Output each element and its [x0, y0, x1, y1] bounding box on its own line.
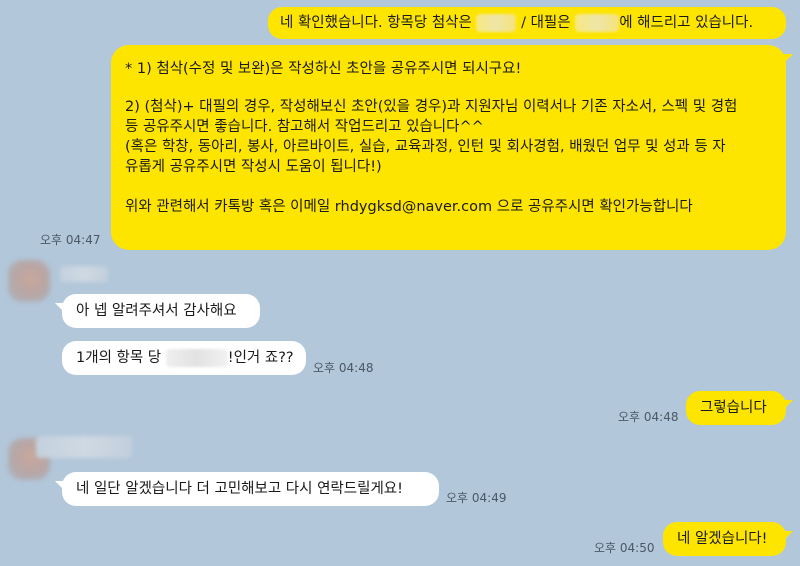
- message-timestamp: 오후 04:50: [594, 541, 655, 555]
- message-text: 1개의 항목 당: [76, 350, 162, 366]
- message-text: 네 확인했습니다. 항목당 첨삭은: [280, 15, 472, 31]
- message-bubble-outgoing[interactable]: * 1) 첨삭(수정 및 보완)은 작성하신 초안을 공유주시면 되시구요! 2…: [111, 45, 793, 250]
- message-line: 2) (첨삭)+ 대필의 경우, 작성해보신 초안(있을 경우)과 지원자님 이…: [125, 99, 738, 115]
- message-timestamp: 오후 04:49: [446, 491, 507, 505]
- sender-name-redacted: [36, 436, 132, 458]
- message-bubble-incoming[interactable]: 1개의 항목 당 !인거 죠??: [62, 341, 306, 375]
- message-timestamp: 오후 04:47: [40, 233, 101, 247]
- message-bubble-incoming[interactable]: 아 넵 알려주셔서 감사해요: [55, 294, 260, 328]
- message-text: 아 넵 알려주셔서 감사해요: [76, 303, 237, 319]
- message-line: * 1) 첨삭(수정 및 보완)은 작성하신 초안을 공유주시면 되시구요!: [125, 61, 522, 77]
- message-bubble-outgoing[interactable]: 네 확인했습니다. 항목당 첨삭은 / 대필은 에 해드리고 있습니다.: [268, 7, 786, 39]
- message-text: !인거 죠??: [227, 350, 294, 366]
- message-bubble-outgoing[interactable]: 그렇습니다: [686, 391, 793, 425]
- message-line: 위와 관련해서 카톡방 혹은 이메일 rhdygksd@naver.com 으로…: [125, 199, 693, 215]
- message-text: 네 일단 알겠습니다 더 고민해보고 다시 연락드릴게요!: [76, 481, 403, 497]
- message-text: / 대필은: [521, 15, 571, 31]
- redacted-price: [575, 14, 620, 32]
- redacted-price: [165, 349, 228, 367]
- message-timestamp: 오후 04:48: [618, 410, 679, 424]
- redacted-price: [476, 14, 517, 32]
- message-text: 에 해드리고 있습니다.: [619, 15, 754, 31]
- message-bubble-outgoing[interactable]: 네 알겠습니다!: [663, 522, 793, 556]
- message-line: 유롭게 공유주시면 작성시 도움이 됩니다!): [125, 159, 382, 175]
- sender-name-redacted: [60, 266, 108, 282]
- sender-avatar[interactable]: [8, 260, 50, 302]
- message-text: 그렇습니다: [700, 400, 767, 416]
- message-text: 네 알겠습니다!: [677, 531, 768, 547]
- message-bubble-incoming[interactable]: 네 일단 알겠습니다 더 고민해보고 다시 연락드릴게요!: [55, 472, 439, 506]
- message-line: (혹은 학창, 동아리, 봉사, 아르바이트, 실습, 교육과정, 인턴 및 회…: [125, 139, 726, 155]
- message-timestamp: 오후 04:48: [313, 361, 374, 375]
- message-line: 등 공유주시면 좋습니다. 참고해서 작업드리고 있습니다^^: [125, 119, 484, 135]
